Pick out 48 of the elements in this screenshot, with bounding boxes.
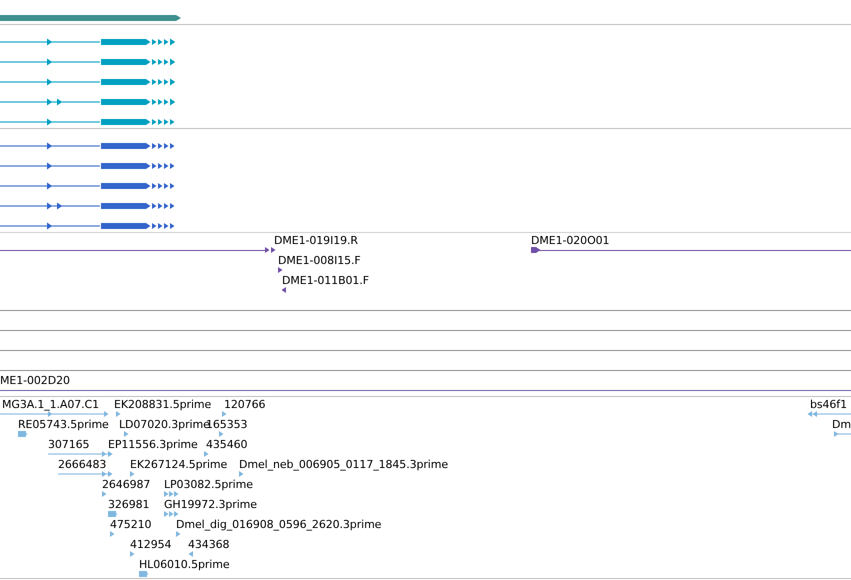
est-label: 475210 <box>110 518 152 532</box>
est-feature-drawing <box>188 551 193 557</box>
clone-label: DME1-011B01.F <box>282 274 369 288</box>
clone-label: DME1-019I19.R <box>274 234 358 248</box>
est-label: 435460 <box>206 438 248 452</box>
est-label: EP11556.3prime <box>108 438 198 452</box>
est-label: Dmel_neb_006905_0117_1845.3prime <box>239 458 448 472</box>
est-label: 2666483 <box>58 458 106 472</box>
est-feature-drawing <box>219 431 224 437</box>
est-feature-drawing <box>834 431 851 437</box>
clone-label: ME1-002D20 <box>0 374 70 388</box>
est-feature-drawing <box>204 451 208 457</box>
est-label: EK208831.5prime <box>114 398 212 412</box>
est-feature-drawing <box>130 551 134 557</box>
est-label: 434368 <box>188 538 230 552</box>
est-label: bs46f1 <box>810 398 847 412</box>
est-label: HL06010.5prime <box>139 558 230 572</box>
est-label: 2646987 <box>102 478 150 492</box>
est-feature-drawing <box>164 511 178 517</box>
est-feature-drawing <box>164 491 178 497</box>
est-label: Dm <box>832 418 851 432</box>
est-feature-drawing <box>124 431 128 437</box>
est-label: Dmel_dig_016908_0596_2620.3prime <box>176 518 382 532</box>
est-label: 412954 <box>130 538 172 552</box>
est-feature-drawing <box>108 511 118 517</box>
est-feature-drawing <box>102 491 106 497</box>
est-label: 326981 <box>108 498 150 512</box>
est-feature-drawing <box>110 531 114 537</box>
est-label: MG3A.1_1.A07.C1 <box>2 398 100 412</box>
est-feature-drawing <box>18 431 28 437</box>
clone-label: DME1-020O01 <box>531 234 610 248</box>
clone-end-drawing <box>278 267 282 273</box>
est-feature-drawing <box>130 471 134 477</box>
est-feature-drawing <box>239 471 244 477</box>
clone-end-drawing <box>282 287 286 293</box>
est-feature-drawing <box>222 411 226 417</box>
est-label: 120766 <box>224 398 266 412</box>
est-label: 307165 <box>48 438 90 452</box>
est-label: GH19972.3prime <box>164 498 257 512</box>
est-feature-drawing <box>58 471 112 477</box>
est-label: EK267124.5prime <box>130 458 228 472</box>
clone-label: DME1-008I15.F <box>278 254 361 268</box>
est-label: LP03082.5prime <box>164 478 253 492</box>
est-feature-drawing <box>176 531 180 537</box>
est-label: RE05743.5prime <box>18 418 109 432</box>
est-feature-drawing <box>139 571 148 577</box>
est-feature-drawing <box>808 411 851 417</box>
est-feature-drawing <box>116 411 120 417</box>
